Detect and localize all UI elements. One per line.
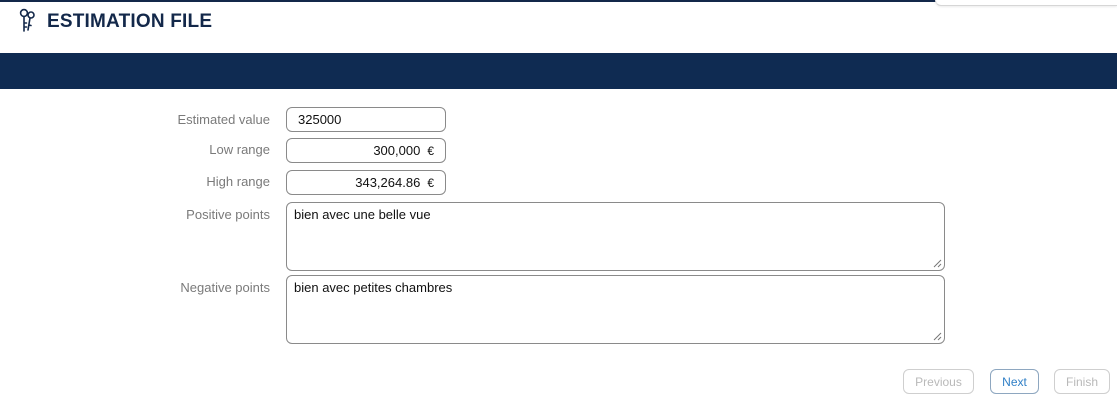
resize-grip-icon[interactable] <box>933 259 942 268</box>
high-range-label: High range <box>206 174 270 189</box>
positive-points-text: bien avec une belle vue <box>294 207 431 222</box>
positive-points-label: Positive points <box>186 207 270 222</box>
estimated-value-input[interactable]: 325000 <box>286 107 446 132</box>
previous-button[interactable]: Previous <box>903 369 974 394</box>
estimated-value-label: Estimated value <box>177 112 271 127</box>
positive-points-textarea[interactable]: bien avec une belle vue <box>286 202 945 271</box>
next-button[interactable]: Next <box>990 369 1039 394</box>
negative-points-textarea[interactable]: bien avec petites chambres <box>286 275 945 344</box>
estimated-value-text: 325000 <box>298 112 342 127</box>
navy-band <box>0 53 1117 89</box>
finish-button[interactable]: Finish <box>1054 369 1110 394</box>
page-title: ESTIMATION FILE <box>47 11 213 32</box>
low-range-input[interactable]: 300,000 € <box>286 138 446 163</box>
high-range-text: 343,264.86 <box>355 175 421 190</box>
negative-points-text: bien avec petites chambres <box>294 280 453 295</box>
keys-icon <box>19 8 35 32</box>
resize-grip-icon[interactable] <box>933 332 942 341</box>
high-range-input[interactable]: 343,264.86 € <box>286 170 446 195</box>
page-header: ESTIMATION FILE <box>0 2 1117 52</box>
low-range-currency: € <box>427 143 434 158</box>
negative-points-label: Negative points <box>180 280 270 295</box>
low-range-label: Low range <box>209 142 270 157</box>
high-range-currency: € <box>427 175 434 190</box>
low-range-text: 300,000 <box>373 143 421 158</box>
